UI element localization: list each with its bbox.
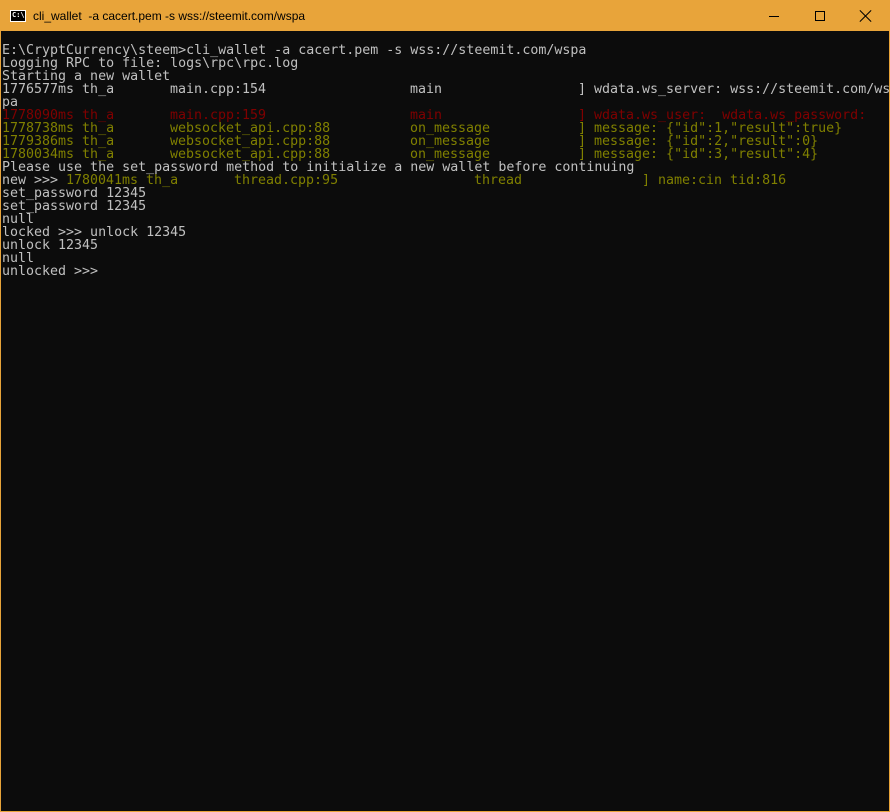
- console-line: null: [2, 251, 35, 266]
- close-button[interactable]: [843, 1, 889, 31]
- log-message: ] wdata.ws_server: wss://steemit.com/ws: [578, 82, 890, 97]
- maximize-icon: [815, 11, 825, 21]
- log-func: main: [410, 82, 443, 97]
- log-file: main.cpp:154: [170, 82, 267, 97]
- console-icon[interactable]: C:\: [10, 10, 26, 22]
- console-line: locked >>> unlock 12345: [2, 225, 187, 240]
- window-title: cli_wallet -a cacert.pem -s wss://steemi…: [33, 9, 306, 23]
- minimize-button[interactable]: [751, 1, 797, 31]
- console-output[interactable]: E:\CryptCurrency\steem>cli_wallet -a cac…: [2, 44, 890, 278]
- log-time: 1776577ms th_a: [2, 82, 115, 97]
- console-line: set_password 12345: [2, 199, 147, 214]
- command-prompt[interactable]: unlocked >>>: [2, 265, 888, 278]
- log-message: ] name:cin tid:816: [642, 173, 787, 188]
- log-line: 1776577ms th_a main.cpp:154 main ] wdata…: [2, 82, 890, 97]
- console-icon-label: C:\: [12, 11, 25, 19]
- maximize-button[interactable]: [797, 1, 843, 31]
- close-icon: [860, 10, 872, 22]
- console-window: C:\ cli_wallet -a cacert.pem -s wss://st…: [0, 0, 890, 812]
- log-file: thread.cpp:95: [234, 173, 339, 188]
- console-line: unlock 12345: [2, 238, 99, 253]
- log-func: thread: [474, 173, 523, 188]
- minimize-icon: [769, 16, 779, 17]
- title-bar[interactable]: C:\ cli_wallet -a cacert.pem -s wss://st…: [1, 1, 889, 31]
